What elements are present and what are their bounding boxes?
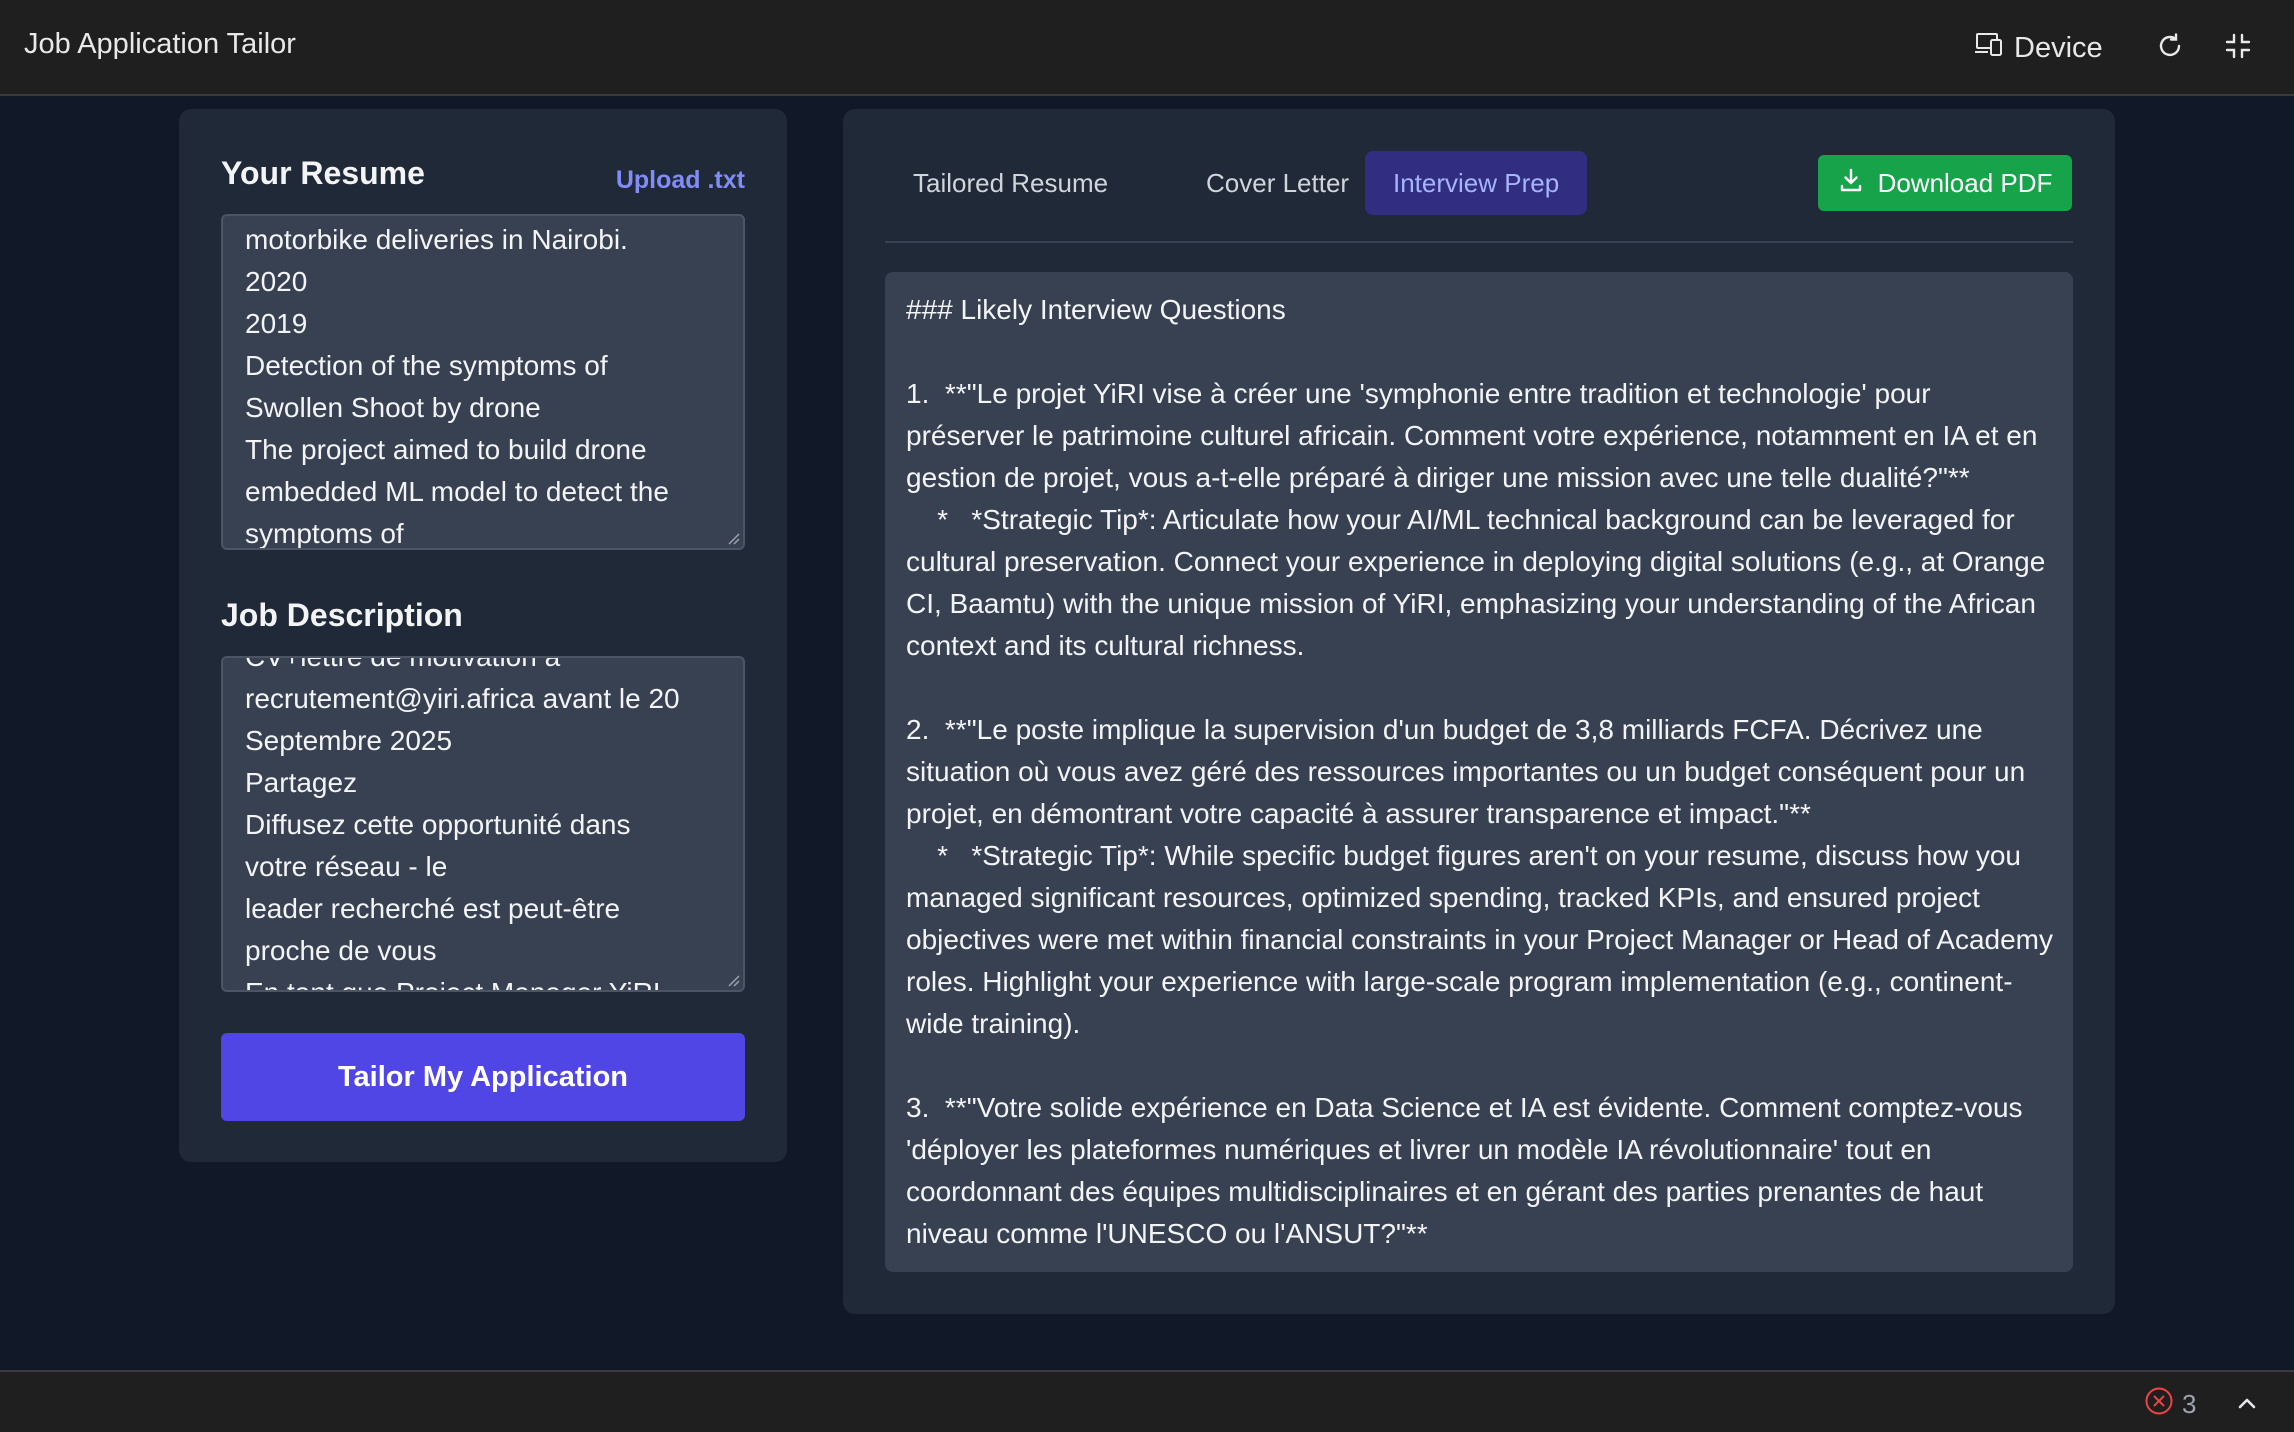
device-label: Device (2014, 31, 2103, 64)
tailor-application-button[interactable]: Tailor My Application (221, 1033, 745, 1121)
output-panel: Tailored Resume Cover Letter Interview P… (843, 109, 2115, 1314)
interview-prep-output[interactable]: ### Likely Interview Questions 1. **"Le … (885, 272, 2073, 1272)
job-description-textarea[interactable]: CV+lettre de motivation à recrutement@yi… (221, 656, 745, 992)
download-pdf-button[interactable]: Download PDF (1818, 155, 2072, 211)
status-bar: 3 (0, 1370, 2294, 1432)
job-description-heading: Job Description (221, 597, 463, 633)
resume-text: motorbike deliveries in Nairobi. 2020 20… (245, 224, 669, 549)
top-bar: Job Application Tailor Device (0, 0, 2294, 96)
refresh-button[interactable] (2150, 28, 2190, 68)
device-button[interactable]: Device (1974, 26, 2103, 70)
resume-heading: Your Resume (221, 155, 425, 191)
resize-grip-icon[interactable] (726, 973, 740, 987)
tab-tailored-resume[interactable]: Tailored Resume (885, 151, 1136, 215)
devices-icon (1974, 31, 2004, 65)
tabs-divider (885, 241, 2073, 243)
interview-prep-text: ### Likely Interview Questions 1. **"Le … (906, 294, 2053, 1249)
exit-fullscreen-button[interactable] (2218, 28, 2258, 68)
download-icon (1838, 167, 1864, 200)
resize-grip-icon[interactable] (726, 531, 740, 545)
download-label: Download PDF (1877, 167, 2053, 198)
chevron-up-icon[interactable] (2232, 1388, 2262, 1418)
refresh-icon (2156, 32, 2184, 65)
input-panel: Your Resume Upload .txt motorbike delive… (179, 109, 787, 1162)
error-count-indicator[interactable]: 3 (2144, 1386, 2196, 1423)
collapse-icon (2224, 32, 2252, 65)
error-icon (2144, 1386, 2174, 1423)
app-title: Job Application Tailor (24, 28, 296, 60)
error-count: 3 (2182, 1389, 2197, 1419)
resume-textarea[interactable]: motorbike deliveries in Nairobi. 2020 20… (221, 214, 745, 550)
job-description-text: CV+lettre de motivation à recrutement@yi… (245, 656, 680, 990)
upload-txt-link[interactable]: Upload .txt (616, 166, 745, 195)
tab-interview-prep[interactable]: Interview Prep (1365, 151, 1588, 215)
tab-cover-letter[interactable]: Cover Letter (1178, 151, 1377, 215)
